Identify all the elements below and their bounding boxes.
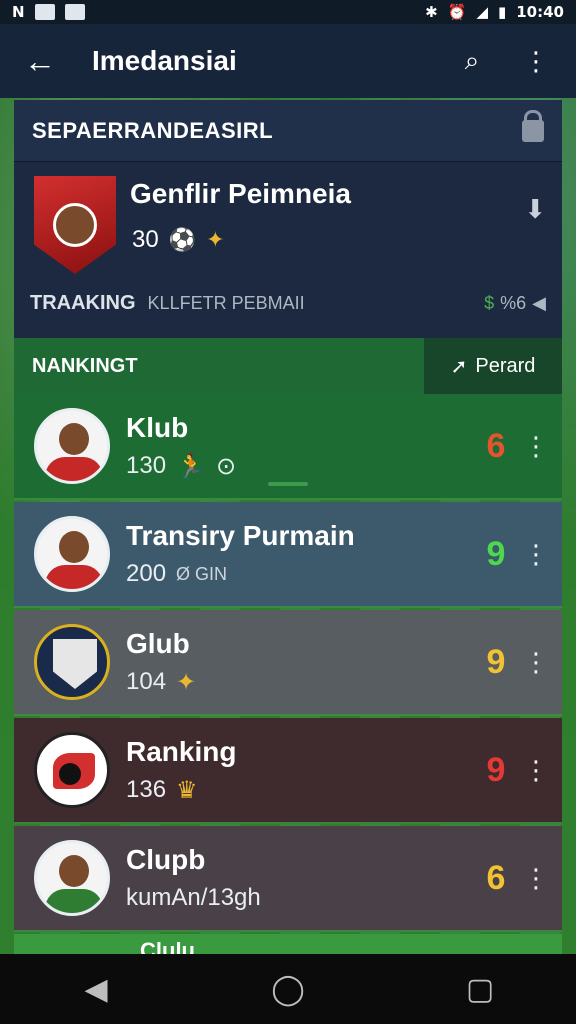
list-item[interactable]: Transiry Purmain 200 Ø GIN 9 ⋮ bbox=[14, 502, 562, 608]
avatar bbox=[34, 624, 110, 700]
list-item-name: Klub bbox=[126, 411, 189, 443]
score-badge: 9 bbox=[486, 750, 506, 789]
back-triangle-icon[interactable]: ◀ bbox=[66, 959, 126, 1019]
status-notification-text: N bbox=[12, 3, 25, 21]
list-item-value: 136 bbox=[126, 776, 167, 803]
player-icon: 🏃 bbox=[176, 452, 206, 480]
lock-icon[interactable] bbox=[522, 109, 544, 142]
score-badge: 6 bbox=[486, 858, 506, 897]
tracking-label: TRAAKING bbox=[30, 292, 136, 314]
player-avatar bbox=[53, 203, 97, 247]
list-item-name: Glub bbox=[126, 627, 190, 659]
list-item[interactable]: Glub 104 ✦ 9 ⋮ bbox=[14, 610, 562, 716]
list-item-name: Ranking bbox=[126, 735, 237, 767]
signal-icon: ◢ bbox=[476, 3, 488, 21]
list-item-name: Clupb bbox=[126, 844, 206, 875]
more-vert-icon[interactable]: ⋮ bbox=[516, 431, 556, 462]
status-bar: N ✱ ⏰ ◢ ▮ 10:40 bbox=[0, 0, 576, 24]
list-item-value: 130 bbox=[126, 452, 167, 479]
player-icon: ⚽ bbox=[168, 227, 197, 252]
alarm-icon: ⏰ bbox=[447, 3, 467, 21]
download-arrow-icon[interactable]: ⬇ bbox=[524, 194, 546, 225]
search-icon[interactable]: ⌕ bbox=[452, 41, 492, 81]
tracking-percent: $ %6 ◀ bbox=[484, 293, 546, 314]
status-time: 10:40 bbox=[516, 3, 564, 21]
avatar bbox=[34, 840, 110, 916]
tracking-sub-label: KLLFETR PEBMAII bbox=[147, 293, 305, 313]
avatar bbox=[34, 516, 110, 592]
image-icon bbox=[64, 4, 85, 20]
dollar-icon: $ bbox=[484, 293, 495, 313]
page-indicator bbox=[268, 482, 308, 486]
more-vert-icon[interactable]: ⋮ bbox=[516, 539, 556, 570]
crown-icon: ♛ bbox=[176, 776, 198, 804]
status-left: N bbox=[12, 3, 85, 21]
home-circle-icon[interactable]: ◯ bbox=[258, 959, 318, 1019]
list-item-value: 200 bbox=[126, 560, 167, 587]
battery-icon: ▮ bbox=[497, 3, 507, 21]
system-nav-bar: ◀ ◯ ▢ bbox=[0, 954, 576, 1024]
recents-square-icon[interactable]: ▢ bbox=[450, 959, 510, 1019]
club-badge-icon bbox=[34, 176, 116, 274]
more-vert-icon[interactable]: ⋮ bbox=[516, 863, 556, 894]
list-item-value: 104 bbox=[126, 668, 167, 695]
forward-arrow-icon: ➚ bbox=[450, 355, 468, 378]
score-badge: 9 bbox=[486, 642, 506, 681]
section-header: SEPAERRANDEASIRL bbox=[14, 100, 562, 162]
status-right: ✱ ⏰ ◢ ▮ 10:40 bbox=[425, 3, 564, 21]
section-header-label: SEPAERRANDEASIRL bbox=[32, 117, 274, 143]
featured-player-card[interactable]: Genflir Peimneia 30 ⚽ ✦ ⬇ TRAAKING KLLFE… bbox=[14, 162, 562, 338]
avatar bbox=[34, 408, 110, 484]
list-item-value: kumAn/13gh bbox=[126, 884, 261, 911]
ranking-bar: NANKINGT ➚ Perard bbox=[14, 338, 562, 394]
image-icon bbox=[34, 4, 55, 20]
back-arrow-icon[interactable]: ← bbox=[20, 41, 60, 81]
shield-icon: ⊙ bbox=[215, 452, 237, 480]
forward-button[interactable]: ➚ Perard bbox=[424, 338, 562, 394]
bluetooth-icon: ✱ bbox=[425, 3, 438, 21]
score-badge: 6 bbox=[486, 426, 506, 465]
list-item[interactable]: Clupb kumAn/13gh 6 ⋮ bbox=[14, 826, 562, 932]
score-badge: 9 bbox=[486, 534, 506, 573]
page-title: Imedansiai bbox=[92, 45, 237, 76]
trophy-icon: ✦ bbox=[206, 227, 225, 252]
ranking-label: NANKINGT bbox=[32, 354, 138, 377]
list-item[interactable]: Ranking 136 ♛ 9 ⋮ bbox=[14, 718, 562, 824]
trophy-icon: ✦ bbox=[176, 668, 197, 696]
app-bar: ← Imedansiai ⌕ ⋮ bbox=[0, 24, 576, 98]
tracking-row: TRAAKING KLLFETR PEBMAII $ %6 ◀ bbox=[30, 292, 546, 315]
arrow-left-icon[interactable]: ◀ bbox=[532, 293, 546, 314]
more-vert-icon[interactable]: ⋮ bbox=[516, 755, 556, 786]
forward-button-label: Perard bbox=[475, 354, 536, 377]
featured-player-number: 30 bbox=[132, 226, 159, 253]
list-item-name: Transiry Purmain bbox=[126, 520, 355, 551]
featured-player-name: Genflir Peimneia bbox=[130, 178, 351, 209]
list-item-chip: Ø GIN bbox=[176, 563, 228, 584]
more-vert-icon[interactable]: ⋮ bbox=[516, 647, 556, 678]
featured-player-meta: 30 ⚽ ✦ bbox=[132, 226, 225, 254]
more-vert-icon[interactable]: ⋮ bbox=[516, 41, 556, 81]
tracking-percent-value: %6 bbox=[500, 293, 527, 313]
avatar bbox=[34, 732, 110, 808]
